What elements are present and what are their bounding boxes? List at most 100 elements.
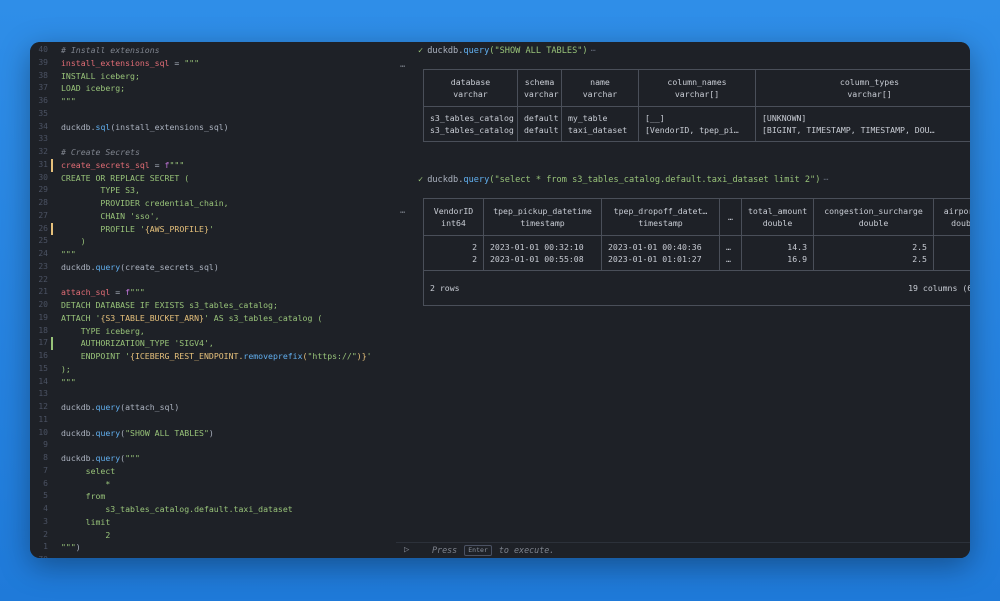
code-token: DETACH DATABASE IF EXISTS s3_tables_cata… (61, 300, 278, 310)
result-table-taxi-dataset: VendorID int64 tpep_pickup_datetime timesta… (423, 198, 970, 306)
line-number: 15 (38, 363, 48, 373)
column-header[interactable]: column_types varchar[] (755, 69, 970, 107)
code-line[interactable]: 34 duckdb.sql(install_extensions_sql) (30, 121, 396, 134)
result-table-show-tables: database varchar schema varchar name varchar c… (423, 69, 970, 142)
code-line[interactable]: 15); (30, 363, 396, 376)
code-line[interactable]: 19 ATTACH '{S3_TABLE_BUCKET_ARN}' AS s3_t… (30, 312, 396, 325)
table-cell[interactable]: default default (517, 106, 562, 142)
cell-menu-icon[interactable]: ⋯ (400, 62, 406, 72)
code-line[interactable]: 6 * (30, 478, 396, 491)
table-cell[interactable]: 2023-01-01 00:40:36 2023-01-01 01:01:27 (601, 235, 720, 271)
table-cell[interactable]: 14.3 16.9 (741, 235, 814, 271)
code-line[interactable]: 38 INSTALL iceberg; (30, 70, 396, 83)
code-token: # Create Secrets (61, 147, 140, 157)
code-line[interactable]: 28 PROVIDER credential_chain, (30, 197, 396, 210)
column-header[interactable]: airport_doubl (933, 198, 970, 236)
code-line[interactable]: 5 from (30, 490, 396, 503)
table-cell[interactable]: …… (719, 235, 742, 271)
code-token: ' (208, 223, 214, 234)
code-line[interactable]: 31 create_secrets_sql = f""" (30, 158, 396, 172)
code-text: TYPE S3, (61, 184, 139, 197)
code-line[interactable]: 22 (30, 274, 396, 287)
code-line[interactable]: 40 # Install extensions (30, 44, 396, 57)
column-header[interactable]: name varchar (561, 69, 639, 107)
code-line[interactable]: 29 TYPE S3, (30, 184, 396, 197)
code-token: ); (61, 363, 71, 374)
cell-menu-icon[interactable]: ⋯ (400, 208, 406, 218)
code-line[interactable]: 24 """ (30, 248, 396, 261)
column-header[interactable]: tpep_dropoff_datet… timestamp (601, 198, 720, 236)
table-cell[interactable]: [__] [VendorID, tpep_pi… (638, 106, 756, 142)
code-line[interactable]: 27 CHAIN 'sso', (30, 210, 396, 223)
prompt-bar[interactable]: ▷ Press Enter to execute. (396, 542, 970, 558)
column-header[interactable]: total_amount double (741, 198, 814, 236)
cell-header-2[interactable]: ✓ duckdb.query("select * from s3_tables_c… (418, 173, 829, 187)
code-line[interactable]: 8 duckdb.query(""" (30, 452, 396, 465)
code-text: # Install extensions (61, 44, 160, 57)
table-cell[interactable]: 22 (423, 235, 484, 271)
code-line[interactable]: 21 attach_sql = f""" (30, 286, 396, 299)
code-editor[interactable]: 40 # Install extensions 39 install_extensio… (30, 42, 396, 558)
table-cell[interactable]: 2.5 2.5 (813, 235, 934, 271)
code-line[interactable]: 3 limit (30, 516, 396, 529)
line-number: 17 (38, 338, 48, 348)
column-header[interactable]: database varchar (423, 69, 518, 107)
code-text: PROFILE '{AWS_PROFILE}' (61, 223, 214, 236)
column-header[interactable]: congestion_surcharge double (813, 198, 934, 236)
column-header[interactable]: VendorID int64 (423, 198, 484, 236)
code-line[interactable]: 25 ) (30, 235, 396, 248)
table-cell[interactable]: [UNKNOWN] [BIGINT, TIMESTAMP, TIMESTAMP, … (755, 106, 970, 142)
table-cell[interactable]: 2023-01-01 00:32:10 2023-01-01 00:55:08 (483, 235, 602, 271)
header-more-icon[interactable]: ⋯ (823, 175, 828, 185)
header-object: duckdb. (427, 175, 464, 185)
column-header[interactable]: … (719, 198, 742, 236)
column-header[interactable]: column_names varchar[] (638, 69, 756, 107)
code-line[interactable]: 26 PROFILE '{AWS_PROFILE}' (30, 222, 396, 236)
line-number: 14 (38, 376, 48, 386)
column-header[interactable]: schema varchar (517, 69, 562, 107)
code-token: ) (75, 542, 81, 553)
code-line[interactable]: 30 CREATE OR REPLACE SECRET ( (30, 172, 396, 185)
code-line[interactable]: 17 AUTHORIZATION_TYPE 'SIGV4', (30, 337, 396, 350)
table-cell[interactable]: s3_tables_catalog s3_tables_catalog (423, 106, 518, 142)
code-line[interactable]: 12 duckdb.query(attach_sql) (30, 401, 396, 414)
code-token: "https://" (307, 351, 357, 361)
code-line[interactable]: 7 select (30, 465, 396, 478)
code-line[interactable]: 39 install_extensions_sql = """ (30, 57, 396, 70)
cell-value: 2 (472, 254, 477, 264)
code-line[interactable]: 4 s3_tables_catalog.default.taxi_dataset (30, 503, 396, 516)
code-line[interactable]: 35 (30, 108, 396, 121)
code-text: duckdb.query(attach_sql) (61, 401, 179, 414)
code-line[interactable]: 9 (30, 439, 396, 452)
code-line[interactable]: 36 """ (30, 95, 396, 108)
line-number: 30 (38, 172, 48, 182)
code-token: PROFILE ' (61, 223, 145, 234)
code-token: select (61, 465, 116, 476)
code-line[interactable]: 2 2 (30, 529, 396, 542)
code-line[interactable]: 70 (30, 554, 396, 558)
column-header[interactable]: tpep_pickup_datetime timestamp (483, 198, 602, 236)
code-line[interactable]: 23 duckdb.query(create_secrets_sql) (30, 261, 396, 274)
code-line[interactable]: 14 """ (30, 376, 396, 389)
code-line[interactable]: 11 (30, 414, 396, 427)
code-line[interactable]: 13 (30, 388, 396, 401)
cell-header-1[interactable]: ✓ duckdb.query("SHOW ALL TABLES") ⋯ (418, 44, 596, 58)
line-number: 3 (43, 516, 48, 526)
code-line[interactable]: 37 LOAD iceberg; (30, 82, 396, 95)
table-cell[interactable]: my_table taxi_dataset (561, 106, 639, 142)
code-line[interactable]: 10 duckdb.query("SHOW ALL TABLES") (30, 427, 396, 440)
header-more-icon[interactable]: ⋯ (591, 46, 596, 56)
line-number: 33 (38, 134, 48, 144)
column-name: total_amount (748, 206, 808, 216)
code-line[interactable]: 1 """) (30, 541, 396, 554)
column-type: timestamp (520, 218, 565, 228)
code-line[interactable]: 33 (30, 133, 396, 146)
code-line[interactable]: 32 # Create Secrets (30, 146, 396, 159)
code-line[interactable]: 18 TYPE iceberg, (30, 325, 396, 338)
code-line[interactable]: 16 ENDPOINT '{ICEBERG_REST_ENDPOINT.remo… (30, 350, 396, 363)
row-count: 2 rows (423, 270, 742, 306)
table-cell[interactable] (933, 235, 970, 271)
run-icon[interactable]: ▷ (404, 545, 409, 555)
code-line[interactable]: 20 DETACH DATABASE IF EXISTS s3_tables_ca… (30, 299, 396, 312)
cell-value: [UNKNOWN] (762, 113, 807, 123)
